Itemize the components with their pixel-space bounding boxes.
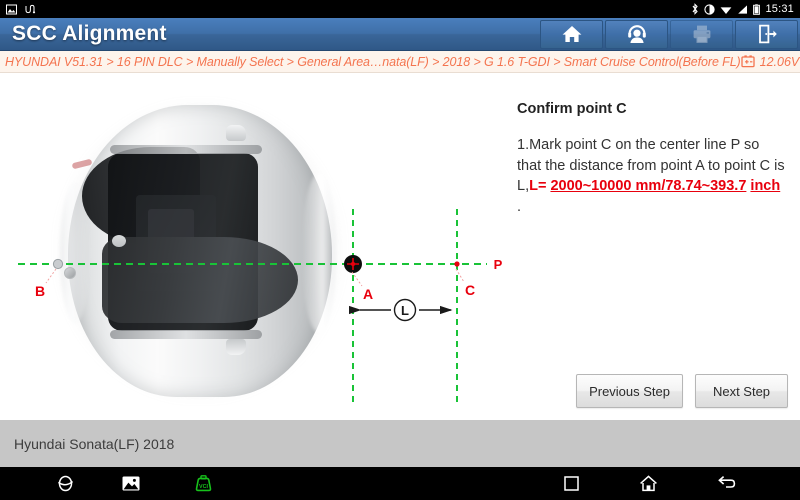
exit-button[interactable]	[735, 19, 798, 49]
diagram-canvas: L B A C P	[0, 73, 505, 420]
android-status-bar: 15:31	[0, 0, 800, 18]
instruction-line-1: 1.Mark point C on the center line P so	[517, 137, 760, 153]
usb-debug-icon	[25, 4, 36, 13]
recents-button[interactable]	[548, 467, 594, 500]
screenshot-icon	[6, 4, 17, 14]
back-button[interactable]	[703, 467, 749, 500]
step-buttons: Previous Step Next Step	[576, 374, 788, 408]
label-point-c: C	[465, 282, 475, 298]
home-button[interactable]	[540, 19, 603, 49]
battery-icon	[753, 3, 761, 15]
label-line-p: P	[494, 257, 503, 272]
instruction-heading: Confirm point C	[517, 101, 627, 117]
breadcrumb-voltage: 12.06V	[759, 54, 800, 69]
gallery-icon	[122, 476, 140, 491]
instruction-range-unit: inch	[750, 178, 781, 195]
do-not-disturb-icon	[704, 3, 716, 15]
support-button[interactable]	[605, 19, 668, 49]
label-point-a: A	[363, 286, 373, 302]
battery-voltage-icon	[740, 55, 755, 68]
vehicle-name: Hyundai Sonata(LF) 2018	[14, 435, 175, 452]
print-button[interactable]	[670, 19, 733, 49]
gallery-button[interactable]	[108, 467, 154, 500]
status-bar-left-icons	[0, 4, 37, 15]
instruction-body: 1.Mark point C on the center line P so t…	[517, 135, 786, 217]
instruction-range-value: 2000~10000 mm/78.74~393.7	[550, 178, 747, 195]
vci-icon: VCI	[195, 475, 211, 492]
android-nav-bar: VCI	[0, 467, 800, 500]
browser-button[interactable]	[42, 467, 88, 500]
instruction-l-equals: L=	[529, 178, 551, 195]
alignment-diagram: L B A C P	[0, 73, 505, 420]
previous-step-button[interactable]: Previous Step	[576, 374, 683, 408]
home-icon	[562, 26, 581, 42]
app-title-bar: SCC Alignment	[0, 18, 800, 51]
breadcrumb: HYUNDAI V51.31 > 16 PIN DLC > Manually S…	[0, 51, 800, 73]
exit-icon	[758, 24, 777, 44]
breadcrumb-voltage-group: 12.06V	[740, 54, 800, 69]
browser-icon	[57, 475, 73, 492]
next-step-button[interactable]: Next Step	[695, 374, 788, 408]
home-nav-button[interactable]	[625, 467, 671, 500]
vehicle-info-bar: Hyundai Sonata(LF) 2018	[0, 420, 800, 467]
printer-icon	[693, 25, 710, 43]
instruction-period: .	[517, 198, 522, 215]
status-bar-clock: 15:31	[765, 3, 794, 15]
recents-icon	[563, 476, 579, 491]
vci-button[interactable]: VCI	[180, 467, 226, 500]
title-bar-actions	[540, 19, 800, 50]
main-content: L B A C P Confirm point C 1.Mark point C…	[0, 73, 800, 420]
page-title: SCC Alignment	[12, 22, 167, 45]
signal-icon	[738, 4, 748, 14]
back-icon	[717, 475, 735, 488]
bluetooth-icon	[693, 3, 699, 15]
instruction-panel: Confirm point C 1.Mark point C on the ce…	[505, 73, 800, 420]
wifi-icon	[721, 6, 732, 14]
home-icon	[639, 475, 657, 492]
label-point-b: B	[35, 283, 45, 299]
breadcrumb-path: HYUNDAI V51.31 > 16 PIN DLC > Manually S…	[5, 54, 741, 69]
label-distance-l: L	[401, 303, 409, 318]
instruction-line-2: that the distance from point A to point …	[517, 157, 771, 174]
alignment-labels: L B A C P	[35, 257, 503, 318]
status-bar-right-icons: 15:31	[691, 3, 800, 15]
headset-icon	[627, 25, 646, 43]
svg-text:VCI: VCI	[199, 484, 208, 490]
app-root: 15:31 SCC Alignment HYUNDAI V51.31 > 16 …	[0, 0, 800, 500]
